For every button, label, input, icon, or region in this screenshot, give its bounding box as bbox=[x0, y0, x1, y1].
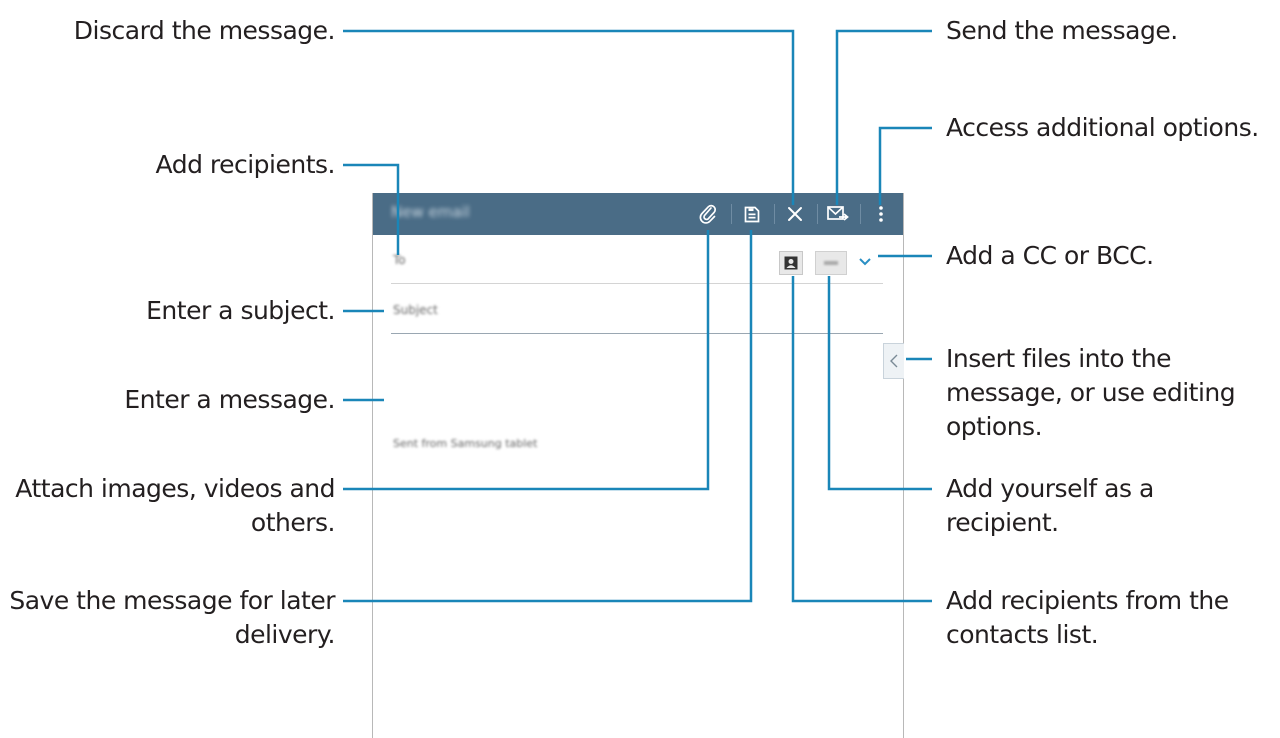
callout-save: Save the message for later delivery. bbox=[9, 584, 335, 652]
callout-insert-line1: Insert files into the bbox=[946, 344, 1172, 373]
callout-insert-line2: message, or use editing bbox=[946, 378, 1236, 407]
callout-add-yourself: Add yourself as a recipient. bbox=[946, 472, 1154, 540]
callout-add-recipients: Add recipients. bbox=[155, 150, 336, 179]
callout-discard: Discard the message. bbox=[73, 16, 336, 45]
callout-attach: Attach images, videos and others. bbox=[15, 472, 335, 540]
callout-attach-line1: Attach images, videos and bbox=[15, 474, 335, 503]
callout-contacts: Add recipients from the contacts list. bbox=[946, 584, 1229, 652]
callout-yourself-line2: recipient. bbox=[946, 508, 1059, 537]
callout-cc-bcc: Add a CC or BCC. bbox=[946, 241, 1154, 270]
callout-enter-subject: Enter a subject. bbox=[146, 296, 335, 325]
callout-send: Send the message. bbox=[946, 16, 1178, 45]
callout-attach-line2: others. bbox=[250, 508, 336, 537]
callout-insert-files: Insert files into the message, or use ed… bbox=[946, 342, 1236, 444]
callout-yourself-line1: Add yourself as a bbox=[946, 474, 1154, 503]
callout-insert-line3: options. bbox=[946, 412, 1043, 441]
callout-save-line2: delivery. bbox=[234, 620, 336, 649]
callout-contacts-line1: Add recipients from the bbox=[946, 586, 1229, 615]
callout-save-line1: Save the message for later bbox=[9, 586, 335, 615]
callout-enter-message: Enter a message. bbox=[124, 385, 335, 414]
callout-contacts-line2: contacts list. bbox=[946, 620, 1099, 649]
callout-options: Access additional options. bbox=[946, 113, 1259, 142]
